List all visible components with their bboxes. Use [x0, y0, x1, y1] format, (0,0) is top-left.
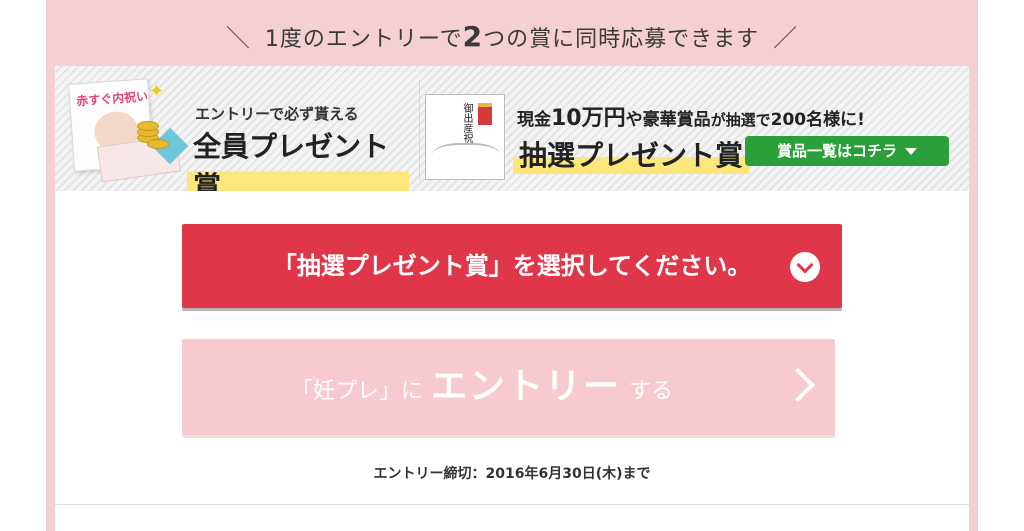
noshi-gift-image: 御出産祝 [425, 94, 505, 180]
prize-all-subtitle: エントリーで必ず貰える [195, 105, 359, 123]
entry-button[interactable]: 「妊プレ」に エントリー する [182, 339, 835, 435]
prize-lottery-section: 御出産祝 現金10万円や豪華賞品が抽選で200名様に! 抽選プレゼント賞 賞品一… [425, 94, 965, 190]
chevron-right-icon [781, 368, 815, 402]
section-divider [55, 504, 969, 505]
headline: ＼ 1度のエントリーで2つの賞に同時応募できます ／ [46, 18, 978, 58]
banner-divider [419, 80, 420, 180]
headline-suffix: つの賞に同時応募できます [483, 27, 760, 52]
prize-list-button[interactable]: 賞品一覧はコチラ [745, 136, 949, 166]
prize-list-button-label: 賞品一覧はコチラ [776, 142, 897, 160]
subtitle-count: 200名様に! [770, 110, 865, 130]
prize-lottery-subtitle: 現金10万円や豪華賞品が抽選で200名様に! [517, 100, 865, 132]
prize-lottery-title: 抽選プレゼント賞 [513, 134, 750, 174]
subtitle-cash: 現金 [517, 110, 551, 130]
prize-all-section: 赤すぐ内祝い ✦ エントリーで必ず貰える 全員プレゼント賞 [68, 78, 409, 205]
entry-deadline: エントリー締切：2016年6月30日(木)まで [373, 466, 651, 482]
slash-right-decoration: ／ [773, 24, 799, 52]
noshi-text: 御出産祝 [461, 103, 472, 143]
subtitle-luxury: や豪華賞品 [625, 110, 711, 130]
entry-button-main: エントリー [430, 366, 621, 407]
entry-button-label: 「妊プレ」に エントリー する [182, 339, 782, 435]
prize-banner: 赤すぐ内祝い ✦ エントリーで必ず貰える 全員プレゼント賞 御出産祝 現金10万… [55, 66, 969, 205]
triangle-down-icon [905, 148, 917, 155]
select-button-label: 「抽選プレゼント賞」を選択してください。 [272, 252, 752, 280]
noshi-knot-icon [478, 103, 492, 125]
slash-left-decoration: ＼ [225, 24, 251, 52]
subtitle-amount: 10万円 [551, 106, 626, 131]
entry-button-pre: 「妊プレ」に [290, 379, 423, 404]
coins-image [131, 103, 171, 153]
sparkle-icon: ✦ [149, 81, 165, 102]
chevron-down-icon [790, 252, 820, 282]
entry-content: 「抽選プレゼント賞」を選択してください。 「妊プレ」に エントリー する エントリー… [55, 191, 969, 531]
headline-prefix: 1度のエントリーで [264, 27, 463, 52]
noshi-cord [432, 143, 500, 173]
subtitle-lottery: が抽選で [710, 111, 771, 129]
select-lottery-prize-button[interactable]: 「抽選プレゼント賞」を選択してください。 [182, 224, 842, 308]
entry-button-post: する [629, 379, 674, 404]
headline-number: 2 [462, 20, 484, 53]
